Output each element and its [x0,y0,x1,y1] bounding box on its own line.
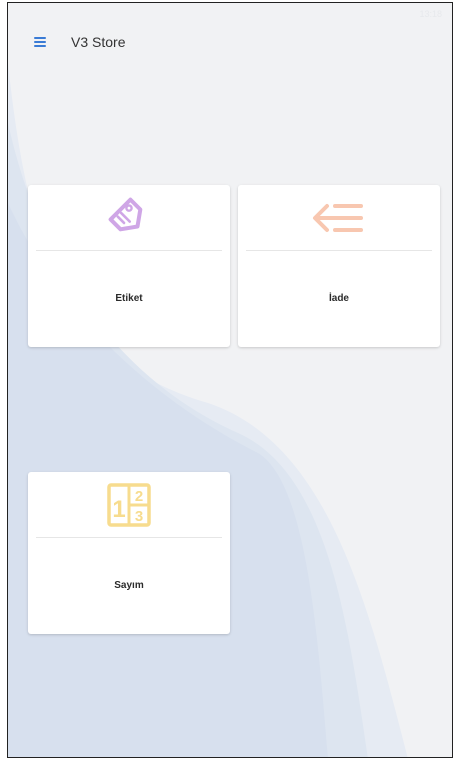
card-divider [36,537,222,538]
svg-text:3: 3 [135,508,143,525]
etiket-card[interactable]: Etiket [28,185,230,347]
sayim-label: Sayım [114,580,144,591]
tag-icon [28,185,230,251]
app-screen: 13:18 V3 Store Etiket İade 1 2 3 Sayım [7,2,453,758]
etiket-label: Etiket [115,293,143,304]
background-waves [8,63,408,757]
card-divider [246,250,432,251]
return-arrow-icon [238,185,440,251]
app-bar: V3 Store [8,3,452,81]
app-title: V3 Store [71,34,126,50]
iade-label: İade [328,293,349,304]
iade-card[interactable]: İade [238,185,440,347]
svg-text:1: 1 [112,496,125,523]
sayim-card[interactable]: 1 2 3 Sayım [28,472,230,634]
hamburger-menu-icon[interactable] [30,33,50,51]
svg-text:2: 2 [135,488,143,505]
card-divider [36,250,222,251]
count-numbers-icon: 1 2 3 [28,472,230,538]
